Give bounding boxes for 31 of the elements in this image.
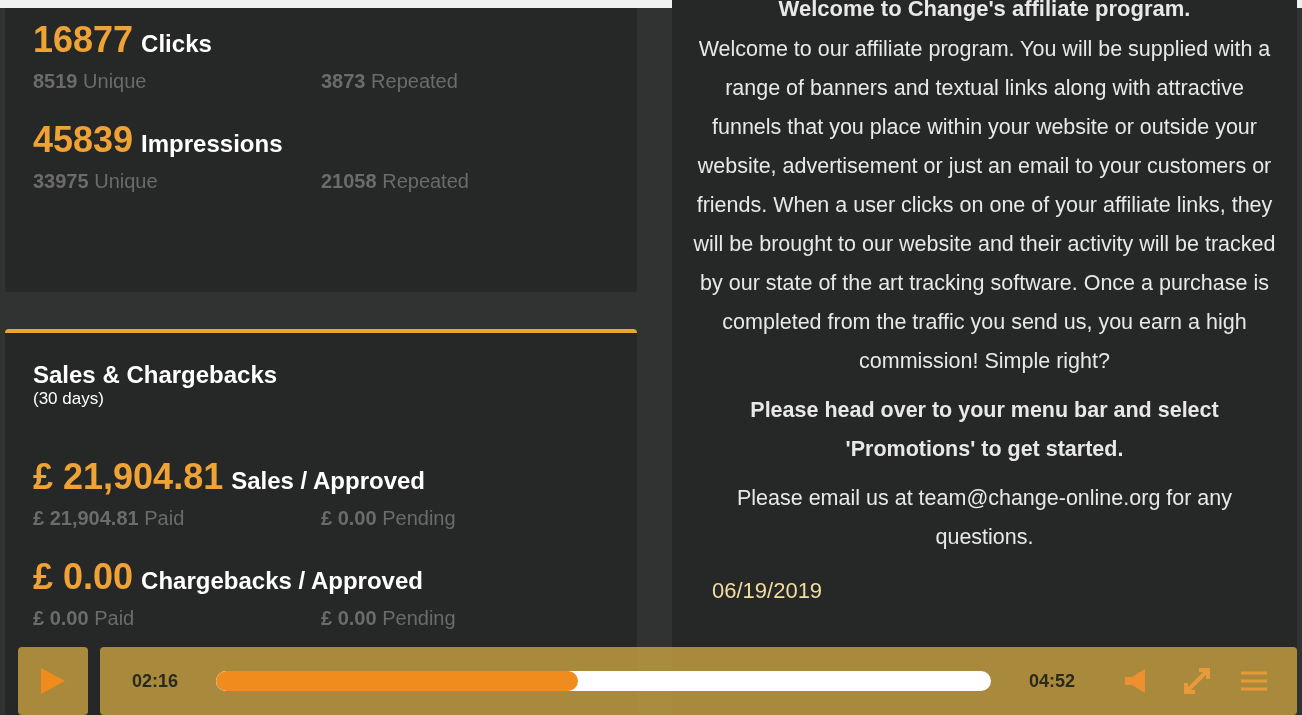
stat-value: £ 21,904.81 <box>33 455 224 499</box>
expand-icon[interactable] <box>1183 667 1211 695</box>
stat-detail: £ 0.00 Pending <box>321 506 457 531</box>
welcome-paragraph: Please head over to your menu bar and select 'Promotions' to get started. <box>749 397 1220 463</box>
stat-label: Impressions <box>141 129 283 159</box>
stat-label: Sales / Approved <box>231 466 426 496</box>
stat-detail: £ 21,904.81 Paid <box>33 506 186 531</box>
stat-label: Chargebacks / Approved <box>141 566 423 596</box>
welcome-title: Welcome to Change's affiliate program. <box>778 0 1191 23</box>
stat-detail: 3873 Repeated <box>321 69 459 94</box>
speaker-icon[interactable] <box>1125 669 1147 693</box>
current-time: 02:16 <box>132 669 180 693</box>
sales-title: Sales & Chargebacks <box>33 361 279 389</box>
stat-value: 45839 <box>33 118 134 162</box>
stat-detail: £ 0.00 Pending <box>321 606 457 631</box>
play-button[interactable] <box>18 647 88 715</box>
date-text: 06/19/2019 <box>712 577 823 605</box>
stat-detail: 21058 Repeated <box>321 169 470 194</box>
welcome-paragraph: Welcome to our affiliate program. You will be supplied with a range of banners and textual links along with attractive funnels that you place within your website or outside your website, advertisement or just an email to your customers or friends. When a user clicks on one of your affiliate links, they will be brought to our website and their activity will be tracked by our state of the art tracking software. Once a purchase is completed from the traffic you send us, you earn a high commission! Simple right? <box>692 36 1277 375</box>
welcome-paragraph: Please email us at team@change-online.org for any questions. <box>735 485 1234 551</box>
play-icon <box>41 668 65 694</box>
sales-subtitle: (30 days) <box>33 389 105 409</box>
stat-value: 16877 <box>33 18 134 62</box>
stat-value: £ 0.00 <box>33 555 134 599</box>
menu-icon[interactable] <box>1241 670 1267 692</box>
stat-detail: 8519 Unique <box>33 69 148 94</box>
stat-detail: £ 0.00 Paid <box>33 606 136 631</box>
progress-track[interactable] <box>216 671 991 691</box>
duration-time: 04:52 <box>1029 669 1077 693</box>
stat-label: Clicks <box>141 29 212 59</box>
stat-detail: 33975 Unique <box>33 169 159 194</box>
